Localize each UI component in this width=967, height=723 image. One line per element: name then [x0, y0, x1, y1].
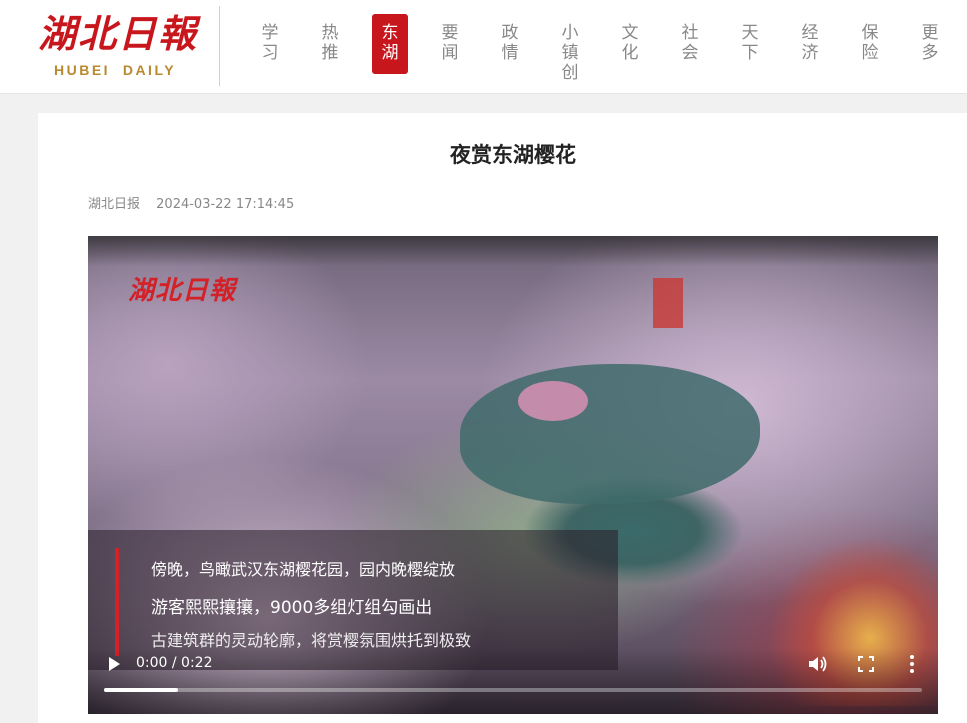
nav-item-label: 天下 — [741, 23, 759, 63]
site-header: 湖北日報 HUBEI DAILY 学习 热推 东湖 要闻 政情 小镇创 文化 社会 天下 经济 保险… — [0, 0, 967, 94]
nav-item-1[interactable]: 热推 — [312, 14, 348, 63]
video-frame-pagoda — [653, 278, 683, 328]
logo-chinese: 湖北日報 — [38, 11, 199, 56]
nav-item-10[interactable]: 保险 — [852, 14, 888, 63]
play-icon[interactable] — [106, 656, 122, 672]
video-player[interactable]: 湖北日報 傍晚，鸟瞰武汉东湖樱花园，园内晚樱绽放 游客熙熙攘攘，9000多组灯组… — [88, 236, 938, 714]
video-frame-island — [518, 381, 588, 421]
subtitle-line-1: 傍晚，鸟瞰武汉东湖樱花园，园内晚樱绽放 — [151, 560, 456, 579]
nav-item-label: 热推 — [321, 23, 339, 63]
article-title: 夜赏东湖樱花 — [450, 143, 576, 167]
nav-item-7[interactable]: 社会 — [672, 14, 708, 63]
site-logo[interactable]: 湖北日報 HUBEI DAILY — [38, 12, 202, 82]
nav-item-11[interactable]: 更多 — [912, 14, 948, 63]
nav-item-3[interactable]: 要闻 — [432, 14, 468, 63]
nav-item-label: 文化 — [621, 23, 639, 63]
logo-divider — [219, 6, 220, 86]
nav-item-6[interactable]: 文化 — [612, 14, 648, 63]
nav-item-label: 更多 — [921, 23, 939, 63]
article-datetime: 2024-03-22 17:14:45 — [156, 197, 295, 212]
nav-item-label: 学习 — [261, 23, 279, 63]
article-source: 湖北日报 — [88, 197, 141, 212]
nav-item-4[interactable]: 政情 — [492, 14, 528, 63]
nav-item-label: 要闻 — [441, 23, 459, 63]
nav-item-2[interactable]: 东湖 — [372, 14, 408, 74]
nav-item-label: 经济 — [801, 23, 819, 63]
video-watermark: 湖北日報 — [128, 276, 237, 306]
nav-item-label: 东湖 — [381, 23, 399, 63]
video-time: 0:00 / 0:22 — [136, 655, 213, 671]
nav-item-label: 小镇创 — [561, 23, 579, 83]
video-progress-bar[interactable] — [104, 688, 922, 692]
logo-english: HUBEI DAILY — [54, 62, 177, 78]
nav-item-0[interactable]: 学习 — [252, 14, 288, 63]
video-progress-fill — [104, 688, 178, 692]
article-meta: 湖北日报 2024-03-22 17:14:45 — [88, 193, 306, 212]
nav-item-9[interactable]: 经济 — [792, 14, 828, 63]
article-card: 夜赏东湖樱花 湖北日报 2024-03-22 17:14:45 湖北日報 傍晚，… — [38, 113, 967, 723]
nav-item-8[interactable]: 天下 — [732, 14, 768, 63]
more-options-icon[interactable] — [908, 654, 916, 674]
fullscreen-icon[interactable] — [858, 656, 874, 672]
nav-item-label: 保险 — [861, 23, 879, 63]
nav-item-label: 社会 — [681, 23, 699, 63]
nav-item-5[interactable]: 小镇创 — [552, 14, 588, 83]
subtitle-accent-bar — [115, 548, 119, 656]
nav-item-label: 政情 — [501, 23, 519, 63]
subtitle-line-2: 游客熙熙攘攘，9000多组灯组勾画出 — [151, 598, 433, 618]
volume-icon[interactable] — [808, 655, 828, 673]
video-frame-lake — [460, 364, 760, 504]
